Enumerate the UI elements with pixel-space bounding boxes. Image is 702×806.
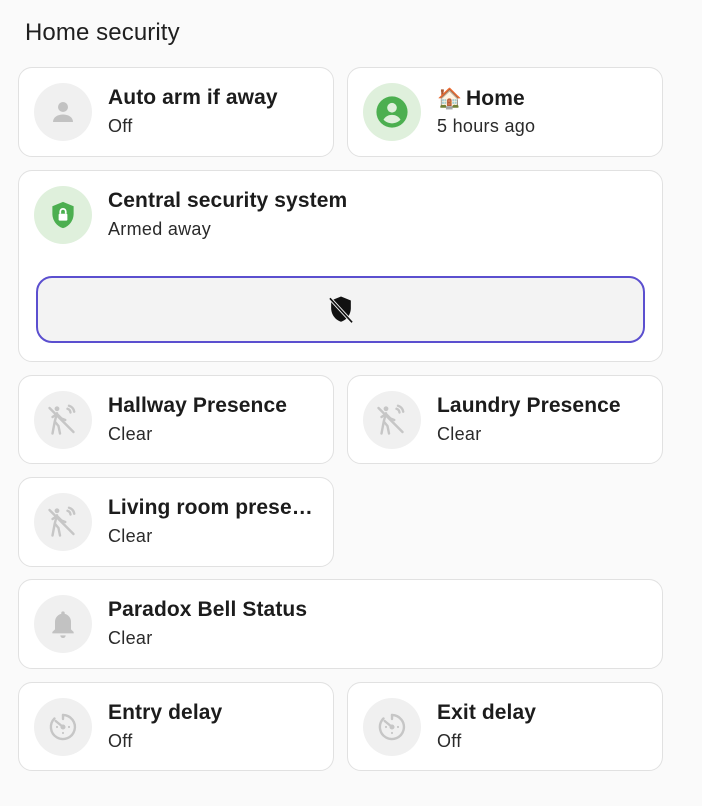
paradox-bell-name: Paradox Bell Status: [108, 598, 308, 621]
laundry-presence-name: Laundry Presence: [437, 394, 621, 417]
account-icon[interactable]: [34, 83, 92, 141]
laundry-presence-state: Clear: [437, 424, 482, 444]
home-card[interactable]: 🏠 Home 5 hours ago: [347, 67, 663, 157]
entry-delay-card[interactable]: Entry delay Off: [18, 682, 334, 771]
laundry-presence-card[interactable]: Laundry Presence Clear: [347, 375, 663, 464]
house-icon: 🏠: [437, 88, 463, 110]
exit-delay-state: Off: [437, 731, 462, 751]
central-security-state: Armed away: [108, 219, 212, 239]
home-name: Home: [466, 87, 525, 110]
timer-icon[interactable]: [34, 698, 92, 756]
exit-delay-card[interactable]: Exit delay Off: [347, 682, 663, 771]
motion-sensor-off-icon[interactable]: [34, 493, 92, 551]
auto-arm-name: Auto arm if away: [108, 86, 278, 109]
paradox-bell-state: Clear: [108, 628, 153, 648]
bell-icon[interactable]: [34, 595, 92, 653]
timer-icon[interactable]: [363, 698, 421, 756]
living-room-presence-card[interactable]: Living room presence Clear: [18, 477, 334, 567]
disarm-button[interactable]: [36, 276, 645, 343]
auto-arm-state: Off: [108, 116, 133, 136]
entry-delay-name: Entry delay: [108, 701, 223, 724]
living-room-presence-name: Living room presence: [108, 496, 320, 519]
motion-sensor-off-icon[interactable]: [34, 391, 92, 449]
paradox-bell-card[interactable]: Paradox Bell Status Clear: [18, 579, 663, 669]
central-security-card[interactable]: Central security system Armed away: [18, 170, 663, 362]
entry-delay-state: Off: [108, 731, 133, 751]
home-state: 5 hours ago: [437, 116, 536, 136]
person-circle-icon[interactable]: [363, 83, 421, 141]
hallway-presence-card[interactable]: Hallway Presence Clear: [18, 375, 334, 464]
hallway-presence-state: Clear: [108, 424, 153, 444]
shield-lock-icon[interactable]: [34, 186, 92, 244]
living-room-presence-state: Clear: [108, 526, 153, 546]
home-name-row: 🏠 Home: [437, 86, 652, 111]
auto-arm-card[interactable]: Auto arm if away Off: [18, 67, 334, 157]
central-security-name: Central security system: [108, 189, 348, 212]
shield-off-icon: [328, 295, 353, 323]
hallway-presence-name: Hallway Presence: [108, 394, 288, 417]
motion-sensor-off-icon[interactable]: [363, 391, 421, 449]
section-title: Home security: [25, 19, 180, 46]
exit-delay-name: Exit delay: [437, 701, 537, 724]
